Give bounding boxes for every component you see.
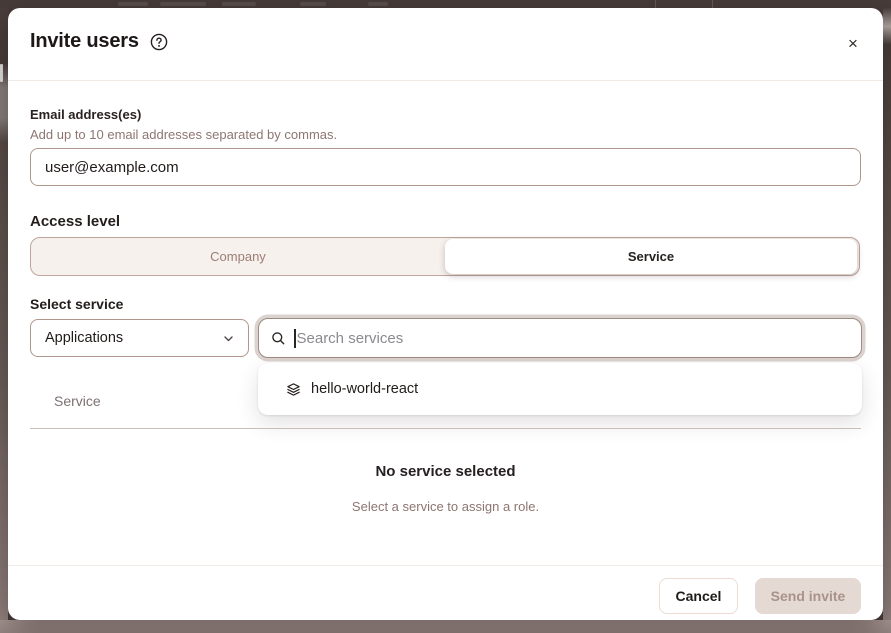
dialog-title: Invite users: [30, 30, 139, 53]
email-input[interactable]: [30, 148, 861, 186]
send-invite-button[interactable]: Send invite: [755, 578, 861, 614]
search-placeholder-text: Search services: [297, 330, 404, 347]
header-divider: [8, 80, 883, 81]
empty-state-title: No service selected: [30, 463, 861, 480]
background-nav-separator: [655, 0, 656, 8]
background-page-text-fragment: [0, 64, 3, 82]
background-nav-text-hint: [118, 2, 148, 6]
footer-divider: [8, 565, 883, 566]
invite-users-dialog: Invite users × Email address(es) Add up …: [8, 8, 883, 620]
help-icon[interactable]: [150, 33, 168, 51]
background-nav-text-hint: [160, 2, 206, 6]
service-column-header: Service: [54, 393, 101, 409]
search-icon: [271, 331, 286, 346]
screen: Invite users × Email address(es) Add up …: [0, 0, 891, 633]
access-level-label: Access level: [30, 213, 120, 230]
background-nav-separator: [712, 0, 713, 8]
access-level-segmented-control: Company Service: [30, 237, 860, 276]
background-page-edge-left: [0, 8, 8, 620]
email-helper-text: Add up to 10 email addresses separated b…: [30, 127, 337, 142]
search-services-input[interactable]: Search services: [258, 318, 862, 358]
dialog-header: Invite users: [30, 30, 168, 53]
service-type-dropdown[interactable]: Applications: [30, 319, 249, 357]
company-option-label: Company: [210, 249, 266, 264]
access-level-option-company[interactable]: Company: [31, 238, 445, 275]
background-page-edge-right: [883, 8, 891, 620]
chevron-down-icon: [222, 332, 235, 345]
background-page-edge-bottom: [0, 620, 891, 633]
cancel-button[interactable]: Cancel: [659, 578, 738, 614]
empty-state-subtitle: Select a service to assign a role.: [30, 499, 861, 514]
close-icon[interactable]: ×: [843, 34, 863, 54]
background-nav-text-hint: [300, 2, 326, 6]
email-label: Email address(es): [30, 107, 141, 122]
background-nav-text-hint: [368, 2, 388, 6]
table-header-divider: [30, 428, 861, 429]
service-type-dropdown-value: Applications: [45, 330, 123, 346]
layers-icon: [286, 382, 301, 397]
search-results-dropdown: hello-world-react: [258, 363, 862, 415]
service-option-label: Service: [628, 249, 674, 264]
service-result-hello-world-react[interactable]: hello-world-react: [258, 363, 862, 415]
access-level-option-service[interactable]: Service: [445, 239, 857, 274]
service-result-name: hello-world-react: [311, 381, 418, 397]
text-caret: [294, 329, 296, 348]
background-nav-text-hint: [222, 2, 256, 6]
select-service-label: Select service: [30, 296, 123, 312]
